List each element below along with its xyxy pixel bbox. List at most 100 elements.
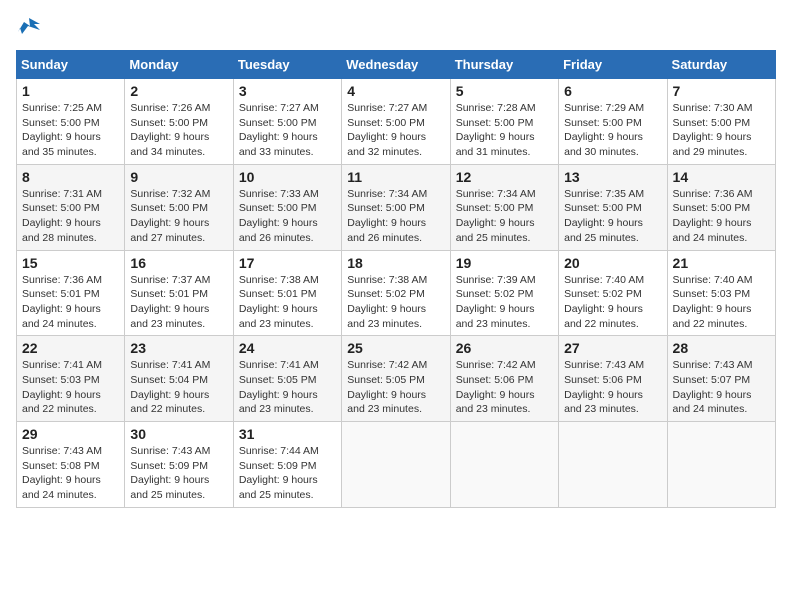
calendar-cell: 1 Sunrise: 7:25 AMSunset: 5:00 PMDaylight… (17, 79, 125, 165)
calendar-cell: 21 Sunrise: 7:40 AMSunset: 5:03 PMDayligh… (667, 250, 775, 336)
day-detail: Sunrise: 7:26 AMSunset: 5:00 PMDaylight:… (130, 101, 227, 160)
day-detail: Sunrise: 7:43 AMSunset: 5:09 PMDaylight:… (130, 444, 227, 503)
day-number: 9 (130, 169, 227, 185)
calendar-cell: 10 Sunrise: 7:33 AMSunset: 5:00 PMDayligh… (233, 164, 341, 250)
day-detail: Sunrise: 7:43 AMSunset: 5:08 PMDaylight:… (22, 444, 119, 503)
calendar-cell: 8Sunrise: 7:31 AMSunset: 5:00 PMDaylight… (17, 164, 125, 250)
day-number: 20 (564, 255, 661, 271)
day-number: 10 (239, 169, 336, 185)
calendar-cell: 30Sunrise: 7:43 AMSunset: 5:09 PMDayligh… (125, 422, 233, 508)
calendar-header-wednesday: Wednesday (342, 51, 450, 79)
day-number: 21 (673, 255, 770, 271)
day-number: 25 (347, 340, 444, 356)
calendar-cell: 28 Sunrise: 7:43 AMSunset: 5:07 PMDayligh… (667, 336, 775, 422)
calendar-cell: 25 Sunrise: 7:42 AMSunset: 5:05 PMDayligh… (342, 336, 450, 422)
day-detail: Sunrise: 7:34 AMSunset: 5:00 PMDaylight:… (347, 187, 444, 246)
day-detail: Sunrise: 7:43 AMSunset: 5:06 PMDaylight:… (564, 358, 661, 417)
calendar-header-friday: Friday (559, 51, 667, 79)
calendar-cell: 18 Sunrise: 7:38 AMSunset: 5:02 PMDayligh… (342, 250, 450, 336)
day-number: 18 (347, 255, 444, 271)
day-detail: Sunrise: 7:34 AMSunset: 5:00 PMDaylight:… (456, 187, 553, 246)
day-number: 3 (239, 83, 336, 99)
day-number: 13 (564, 169, 661, 185)
calendar-cell: 13 Sunrise: 7:35 AMSunset: 5:00 PMDayligh… (559, 164, 667, 250)
calendar-cell (450, 422, 558, 508)
day-number: 2 (130, 83, 227, 99)
day-detail: Sunrise: 7:37 AMSunset: 5:01 PMDaylight:… (130, 273, 227, 332)
day-detail: Sunrise: 7:38 AMSunset: 5:02 PMDaylight:… (347, 273, 444, 332)
calendar-cell: 26 Sunrise: 7:42 AMSunset: 5:06 PMDayligh… (450, 336, 558, 422)
day-detail: Sunrise: 7:32 AMSunset: 5:00 PMDaylight:… (130, 187, 227, 246)
day-detail: Sunrise: 7:31 AMSunset: 5:00 PMDaylight:… (22, 187, 119, 246)
calendar-cell (559, 422, 667, 508)
day-number: 31 (239, 426, 336, 442)
calendar-cell: 16 Sunrise: 7:37 AMSunset: 5:01 PMDayligh… (125, 250, 233, 336)
day-number: 22 (22, 340, 119, 356)
logo (16, 16, 40, 38)
day-detail: Sunrise: 7:35 AMSunset: 5:00 PMDaylight:… (564, 187, 661, 246)
calendar-header-thursday: Thursday (450, 51, 558, 79)
day-number: 19 (456, 255, 553, 271)
day-detail: Sunrise: 7:27 AMSunset: 5:00 PMDaylight:… (239, 101, 336, 160)
calendar-cell: 19 Sunrise: 7:39 AMSunset: 5:02 PMDayligh… (450, 250, 558, 336)
day-number: 24 (239, 340, 336, 356)
day-number: 5 (456, 83, 553, 99)
calendar-cell: 6Sunrise: 7:29 AMSunset: 5:00 PMDaylight… (559, 79, 667, 165)
day-detail: Sunrise: 7:29 AMSunset: 5:00 PMDaylight:… (564, 101, 661, 160)
day-number: 23 (130, 340, 227, 356)
calendar-week-row: 15 Sunrise: 7:36 AMSunset: 5:01 PMDayligh… (17, 250, 776, 336)
day-detail: Sunrise: 7:41 AMSunset: 5:04 PMDaylight:… (130, 358, 227, 417)
day-number: 28 (673, 340, 770, 356)
calendar-cell: 4Sunrise: 7:27 AMSunset: 5:00 PMDaylight… (342, 79, 450, 165)
day-detail: Sunrise: 7:43 AMSunset: 5:07 PMDaylight:… (673, 358, 770, 417)
day-detail: Sunrise: 7:41 AMSunset: 5:05 PMDaylight:… (239, 358, 336, 417)
logo-bird-icon (18, 16, 40, 38)
calendar-cell: 7 Sunrise: 7:30 AMSunset: 5:00 PMDaylight… (667, 79, 775, 165)
day-number: 1 (22, 83, 119, 99)
calendar-cell: 29 Sunrise: 7:43 AMSunset: 5:08 PMDayligh… (17, 422, 125, 508)
calendar-cell: 15 Sunrise: 7:36 AMSunset: 5:01 PMDayligh… (17, 250, 125, 336)
day-detail: Sunrise: 7:40 AMSunset: 5:03 PMDaylight:… (673, 273, 770, 332)
day-detail: Sunrise: 7:39 AMSunset: 5:02 PMDaylight:… (456, 273, 553, 332)
day-detail: Sunrise: 7:38 AMSunset: 5:01 PMDaylight:… (239, 273, 336, 332)
day-number: 16 (130, 255, 227, 271)
calendar-week-row: 22Sunrise: 7:41 AMSunset: 5:03 PMDayligh… (17, 336, 776, 422)
calendar-cell: 20Sunrise: 7:40 AMSunset: 5:02 PMDayligh… (559, 250, 667, 336)
calendar-table: SundayMondayTuesdayWednesdayThursdayFrid… (16, 50, 776, 508)
day-detail: Sunrise: 7:36 AMSunset: 5:00 PMDaylight:… (673, 187, 770, 246)
calendar-cell: 9 Sunrise: 7:32 AMSunset: 5:00 PMDaylight… (125, 164, 233, 250)
day-number: 15 (22, 255, 119, 271)
calendar-cell: 24 Sunrise: 7:41 AMSunset: 5:05 PMDayligh… (233, 336, 341, 422)
calendar-week-row: 29 Sunrise: 7:43 AMSunset: 5:08 PMDayligh… (17, 422, 776, 508)
calendar-cell (342, 422, 450, 508)
day-number: 11 (347, 169, 444, 185)
calendar-header-saturday: Saturday (667, 51, 775, 79)
calendar-cell: 17 Sunrise: 7:38 AMSunset: 5:01 PMDayligh… (233, 250, 341, 336)
day-detail: Sunrise: 7:28 AMSunset: 5:00 PMDaylight:… (456, 101, 553, 160)
day-number: 4 (347, 83, 444, 99)
calendar-week-row: 1 Sunrise: 7:25 AMSunset: 5:00 PMDaylight… (17, 79, 776, 165)
day-detail: Sunrise: 7:25 AMSunset: 5:00 PMDaylight:… (22, 101, 119, 160)
calendar-header-monday: Monday (125, 51, 233, 79)
day-number: 12 (456, 169, 553, 185)
day-number: 17 (239, 255, 336, 271)
calendar-cell: 22Sunrise: 7:41 AMSunset: 5:03 PMDayligh… (17, 336, 125, 422)
day-number: 7 (673, 83, 770, 99)
day-detail: Sunrise: 7:33 AMSunset: 5:00 PMDaylight:… (239, 187, 336, 246)
header (16, 16, 776, 38)
day-detail: Sunrise: 7:42 AMSunset: 5:06 PMDaylight:… (456, 358, 553, 417)
calendar-cell: 31Sunrise: 7:44 AMSunset: 5:09 PMDayligh… (233, 422, 341, 508)
day-detail: Sunrise: 7:42 AMSunset: 5:05 PMDaylight:… (347, 358, 444, 417)
day-detail: Sunrise: 7:30 AMSunset: 5:00 PMDaylight:… (673, 101, 770, 160)
day-number: 26 (456, 340, 553, 356)
calendar-cell: 27Sunrise: 7:43 AMSunset: 5:06 PMDayligh… (559, 336, 667, 422)
calendar-cell: 14 Sunrise: 7:36 AMSunset: 5:00 PMDayligh… (667, 164, 775, 250)
calendar-week-row: 8Sunrise: 7:31 AMSunset: 5:00 PMDaylight… (17, 164, 776, 250)
day-detail: Sunrise: 7:36 AMSunset: 5:01 PMDaylight:… (22, 273, 119, 332)
calendar-cell (667, 422, 775, 508)
calendar-header-sunday: Sunday (17, 51, 125, 79)
day-number: 14 (673, 169, 770, 185)
calendar-header-row: SundayMondayTuesdayWednesdayThursdayFrid… (17, 51, 776, 79)
day-number: 29 (22, 426, 119, 442)
calendar-header-tuesday: Tuesday (233, 51, 341, 79)
